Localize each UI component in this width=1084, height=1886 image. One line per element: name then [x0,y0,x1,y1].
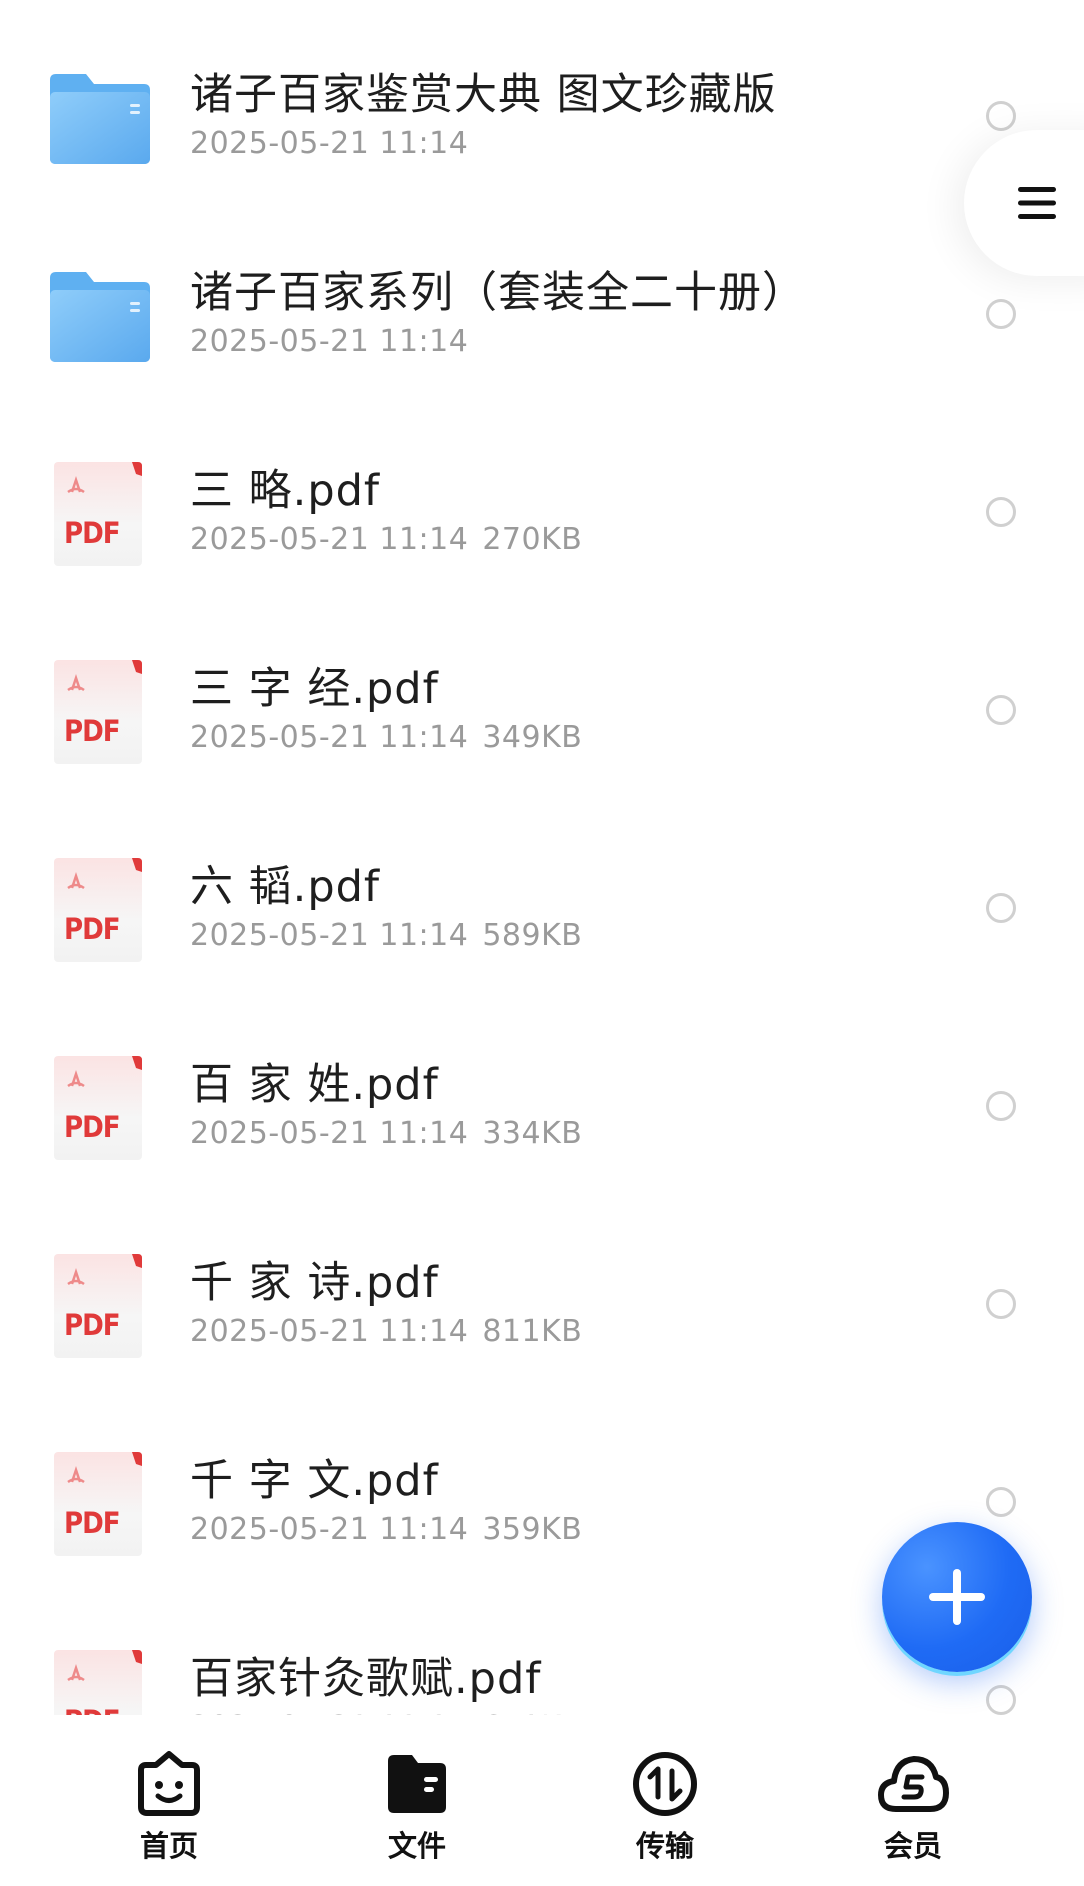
pdf-file-icon [54,462,142,566]
select-radio[interactable] [986,695,1016,725]
pdf-icon-wrap: PDF [48,1452,152,1556]
file-size: 359KB [482,1512,583,1547]
file-size: 349KB [482,720,583,755]
file-row[interactable]: PDF 三 略.pdf 2025-05-21 11:14 270KB [0,406,1084,604]
pdf-file-icon [54,1254,142,1358]
pdf-badge-label: PDF [64,714,121,748]
select-radio[interactable] [986,1487,1016,1517]
nav-label-vip: 会员 [883,1829,942,1863]
folder-row[interactable]: 诸子百家系列（套装全二十册） 2025-05-21 11:14 [0,208,1084,406]
file-row[interactable]: PDF 百 家 姓.pdf 2025-05-21 11:14 334KB [0,1000,1084,1198]
file-name: 诸子百家鉴赏大典 图文珍藏版 [190,70,777,120]
folder-icon [50,272,150,362]
file-name: 千 字 文.pdf [190,1456,439,1506]
file-date: 2025-05-21 11:14 [190,522,469,557]
file-meta: 2025-05-21 11:14 359KB [190,1512,582,1547]
folder-icon-wrap [48,66,152,170]
pdf-file-icon [54,858,142,962]
nav-item-home[interactable]: 首页 [99,1749,239,1869]
file-browser-screen: 诸子百家鉴赏大典 图文珍藏版 2025-05-21 11:14 诸子百家系列（套装全… [0,0,1084,1886]
bottom-navigation: 首页 文件 传输 会员 [0,1715,1084,1886]
pdf-file-icon [54,1452,142,1556]
file-meta: 2025-05-21 11:14 [190,126,468,161]
select-radio[interactable] [986,1091,1016,1121]
pdf-file-icon [54,1056,142,1160]
file-date: 2025-05-21 11:14 [190,1314,469,1349]
plus-icon [929,1569,985,1625]
file-date: 2025-05-21 11:14 [190,1512,469,1547]
file-row[interactable]: PDF 六 韬.pdf 2025-05-21 11:14 589KB [0,802,1084,1000]
pdf-icon-wrap: PDF [48,1056,152,1160]
file-date: 2025-05-21 11:14 [190,324,469,359]
cloud-s-icon [878,1756,949,1812]
file-meta: 2025-05-21 11:14 334KB [190,1116,582,1151]
pdf-badge-label: PDF [64,912,121,946]
select-radio[interactable] [986,101,1016,131]
select-radio[interactable] [986,893,1016,923]
transfer-arrows-icon [633,1752,697,1816]
file-date: 2025-05-21 11:14 [190,126,469,161]
folder-wallet-icon [388,1755,446,1813]
file-meta: 2025-05-21 11:14 589KB [190,918,582,953]
folder-icon [50,74,150,164]
file-name: 三 字 经.pdf [190,664,439,714]
file-name: 六 韬.pdf [190,862,381,912]
file-name: 千 家 诗.pdf [190,1258,439,1308]
pdf-icon-wrap: PDF [48,1650,152,1715]
file-name: 三 略.pdf [190,466,381,516]
file-date: 2025-05-21 11:14 [190,720,469,755]
file-list[interactable]: 诸子百家鉴赏大典 图文珍藏版 2025-05-21 11:14 诸子百家系列（套装全… [0,0,1084,1715]
folder-icon-wrap [48,264,152,368]
pdf-icon-wrap: PDF [48,858,152,962]
pdf-badge-label: PDF [64,1704,121,1715]
menu-icon [1018,187,1056,219]
select-radio[interactable] [986,1685,1016,1715]
file-size: 334KB [482,1116,583,1151]
nav-label-home: 首页 [139,1829,198,1863]
pdf-badge-label: PDF [64,1506,121,1540]
file-meta: 2025-05-21 11:14 270KB [190,522,582,557]
pdf-icon-wrap: PDF [48,462,152,566]
file-date: 2025-05-21 11:14 [190,1116,469,1151]
pdf-file-icon [54,660,142,764]
nav-item-transfer[interactable]: 传输 [595,1749,735,1869]
file-size: 811KB [482,1314,583,1349]
nav-label-transfer: 传输 [635,1829,694,1863]
select-radio[interactable] [986,1289,1016,1319]
folder-row[interactable]: 诸子百家鉴赏大典 图文珍藏版 2025-05-21 11:14 [0,10,1084,208]
file-size: 270KB [482,522,583,557]
select-radio[interactable] [986,299,1016,329]
file-name: 百家针灸歌赋.pdf [190,1654,542,1704]
select-radio[interactable] [986,497,1016,527]
nav-item-vip[interactable]: 会员 [843,1749,983,1869]
file-date: 2025-05-21 11:14 [190,918,469,953]
file-row[interactable]: PDF 千 家 诗.pdf 2025-05-21 11:14 811KB [0,1198,1084,1396]
pdf-icon-wrap: PDF [48,1254,152,1358]
pdf-badge-label: PDF [64,1308,121,1342]
file-name: 诸子百家系列（套装全二十册） [190,268,806,318]
file-meta: 2025-05-21 11:14 811KB [190,1314,582,1349]
file-meta: 2025-05-21 11:14 349KB [190,720,582,755]
smile-face-icon [138,1751,200,1816]
file-row[interactable]: PDF 三 字 经.pdf 2025-05-21 11:14 349KB [0,604,1084,802]
nav-item-files[interactable]: 文件 [347,1749,487,1869]
file-size: 589KB [482,918,583,953]
pdf-badge-label: PDF [64,516,121,550]
file-meta: 2025-05-21 11:14 [190,324,468,359]
file-name: 百 家 姓.pdf [190,1060,439,1110]
add-button[interactable] [882,1522,1032,1672]
pdf-badge-label: PDF [64,1110,121,1144]
nav-label-files: 文件 [387,1829,446,1863]
pdf-icon-wrap: PDF [48,660,152,764]
